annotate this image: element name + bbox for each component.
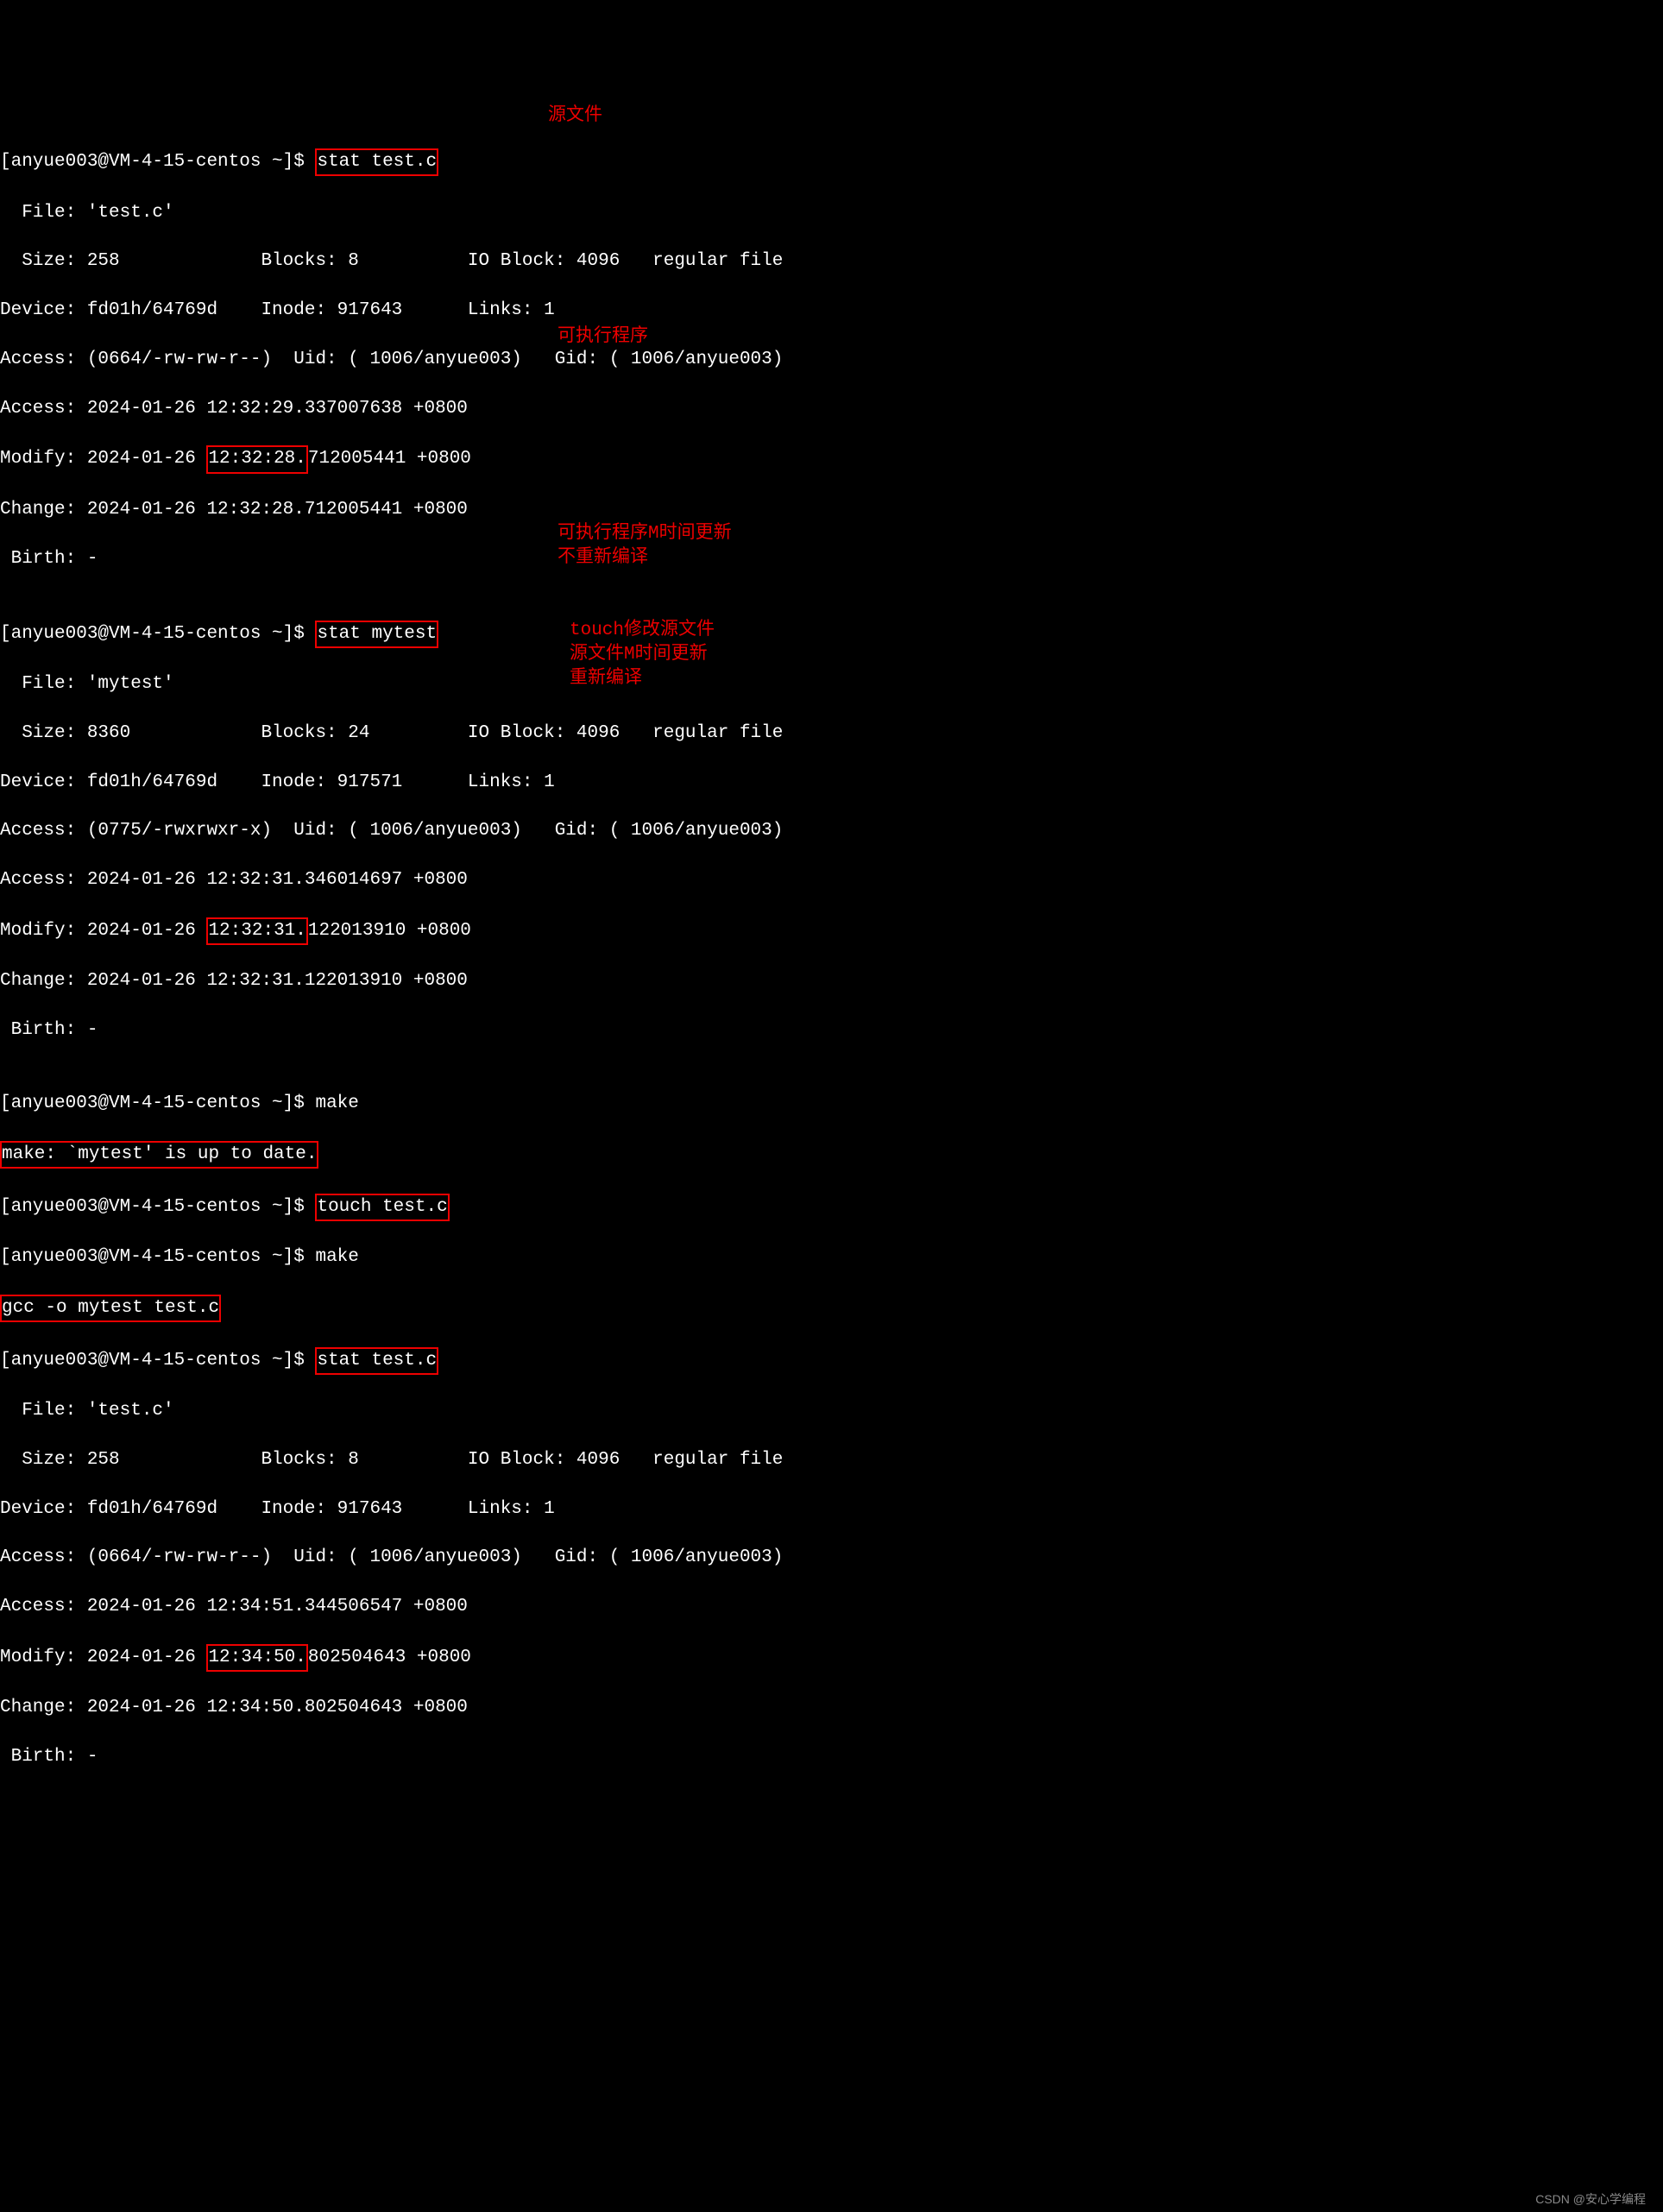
prompt-line: [anyue003@VM-4-15-centos ~]$ touch test.… (0, 1194, 1663, 1221)
command-stat-mytest: stat mytest (315, 621, 438, 648)
stat-output: Birth: - (0, 547, 1663, 571)
stat-output: Access: (0664/-rw-rw-r--) Uid: ( 1006/an… (0, 1546, 1663, 1570)
command-make: make (315, 1093, 358, 1113)
shell-prompt: [anyue003@VM-4-15-centos ~]$ (0, 1351, 315, 1371)
command-stat-test-c: stat test.c (315, 148, 438, 176)
stat-modify-line: Modify: 2024-01-26 12:32:28.712005441 +0… (0, 445, 1663, 473)
stat-mtime-post: 712005441 +0800 (308, 449, 471, 469)
annotation-no-recompile: 不重新编译 (557, 546, 648, 570)
stat-mtime-pre: Modify: 2024-01-26 (0, 1648, 206, 1667)
annotation-source-m-update: 源文件M时间更新 (570, 643, 708, 667)
stat-mtime-highlight: 12:32:31. (206, 917, 307, 945)
stat-output: Size: 258 Blocks: 8 IO Block: 4096 regul… (0, 249, 1663, 274)
terminal[interactable]: [anyue003@VM-4-15-centos ~]$ stat test.c… (0, 99, 1663, 2039)
stat-output: File: 'mytest' (0, 672, 1663, 696)
stat-modify-line: Modify: 2024-01-26 12:32:31.122013910 +0… (0, 917, 1663, 945)
make-output-line: make: `mytest' is up to date. (0, 1141, 1663, 1169)
shell-prompt: [anyue003@VM-4-15-centos ~]$ (0, 1197, 315, 1217)
command-make: make (315, 1247, 358, 1267)
stat-output: Birth: - (0, 1018, 1663, 1043)
prompt-line: [anyue003@VM-4-15-centos ~]$ stat mytest (0, 621, 1663, 648)
stat-output: Device: fd01h/64769d Inode: 917571 Links… (0, 771, 1663, 795)
stat-output: Device: fd01h/64769d Inode: 917643 Links… (0, 299, 1663, 323)
stat-output: Access: (0775/-rwxrwxr-x) Uid: ( 1006/an… (0, 819, 1663, 843)
annotation-source-file: 源文件 (548, 104, 602, 129)
prompt-line: [anyue003@VM-4-15-centos ~]$ stat test.c (0, 148, 1663, 176)
stat-output: Device: fd01h/64769d Inode: 917643 Links… (0, 1497, 1663, 1522)
stat-mtime-post: 802504643 +0800 (308, 1648, 471, 1667)
stat-mtime-post: 122013910 +0800 (308, 921, 471, 941)
command-stat-test-c-2: stat test.c (315, 1347, 438, 1375)
stat-output: Change: 2024-01-26 12:32:28.712005441 +0… (0, 498, 1663, 522)
annotation-m-updated: 可执行程序M时间更新 (557, 522, 732, 546)
shell-prompt: [anyue003@VM-4-15-centos ~]$ (0, 624, 315, 644)
stat-output: Access: (0664/-rw-rw-r--) Uid: ( 1006/an… (0, 348, 1663, 372)
stat-output: File: 'test.c' (0, 1399, 1663, 1423)
gcc-output: gcc -o mytest test.c (0, 1295, 221, 1322)
prompt-line: [anyue003@VM-4-15-centos ~]$ make (0, 1092, 1663, 1116)
gcc-output-line: gcc -o mytest test.c (0, 1295, 1663, 1322)
annotation-executable: 可执行程序 (557, 325, 648, 350)
stat-output: Change: 2024-01-26 12:32:31.122013910 +0… (0, 969, 1663, 993)
stat-mtime-pre: Modify: 2024-01-26 (0, 921, 206, 941)
command-touch: touch test.c (315, 1194, 449, 1221)
annotation-recompile: 重新编译 (570, 667, 642, 691)
stat-output: Access: 2024-01-26 12:32:29.337007638 +0… (0, 397, 1663, 421)
stat-modify-line: Modify: 2024-01-26 12:34:50.802504643 +0… (0, 1644, 1663, 1672)
make-uptodate: make: `mytest' is up to date. (0, 1141, 318, 1169)
stat-output: Change: 2024-01-26 12:34:50.802504643 +0… (0, 1696, 1663, 1720)
stat-output: File: 'test.c' (0, 201, 1663, 225)
stat-output: Size: 8360 Blocks: 24 IO Block: 4096 reg… (0, 722, 1663, 746)
shell-prompt: [anyue003@VM-4-15-centos ~]$ (0, 152, 315, 172)
stat-mtime-pre: Modify: 2024-01-26 (0, 449, 206, 469)
stat-output: Birth: - (0, 1745, 1663, 1769)
stat-output: Access: 2024-01-26 12:32:31.346014697 +0… (0, 868, 1663, 892)
prompt-line: [anyue003@VM-4-15-centos ~]$ make (0, 1245, 1663, 1270)
shell-prompt: [anyue003@VM-4-15-centos ~]$ (0, 1093, 315, 1113)
stat-mtime-highlight: 12:34:50. (206, 1644, 307, 1672)
stat-mtime-highlight: 12:32:28. (206, 445, 307, 473)
shell-prompt: [anyue003@VM-4-15-centos ~]$ (0, 1247, 315, 1267)
stat-output: Access: 2024-01-26 12:34:51.344506547 +0… (0, 1595, 1663, 1619)
annotation-touch: touch修改源文件 (570, 619, 715, 643)
prompt-line: [anyue003@VM-4-15-centos ~]$ stat test.c (0, 1347, 1663, 1375)
watermark: CSDN @安心学编程 (1535, 2191, 1646, 2208)
stat-output: Size: 258 Blocks: 8 IO Block: 4096 regul… (0, 1448, 1663, 1472)
